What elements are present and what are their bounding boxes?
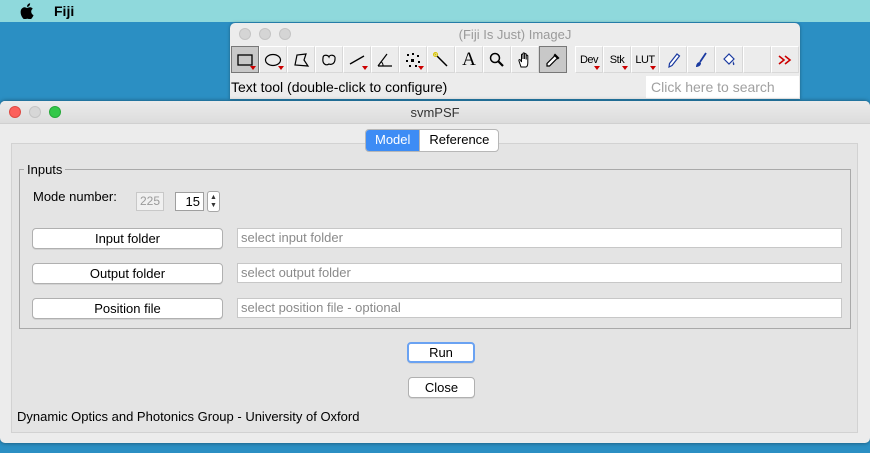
tool-polygon[interactable]: [287, 46, 315, 73]
bucket-icon: [723, 52, 735, 65]
input-folder-button[interactable]: Input folder: [32, 228, 223, 249]
apple-icon[interactable]: [20, 3, 34, 19]
imagej-toolbar-window: (Fiji Is Just) ImageJ A Dev Stk LUT Text…: [230, 23, 800, 99]
tool-brush[interactable]: [687, 46, 715, 73]
tool-more-tools[interactable]: [771, 46, 799, 73]
svmpsf-titlebar[interactable]: svmPSF: [0, 101, 870, 124]
stepper-up-icon[interactable]: ▲: [210, 194, 217, 202]
magnifier-icon: [489, 52, 504, 67]
position-file-button[interactable]: Position file: [32, 298, 223, 319]
imagej-window-title: (Fiji Is Just) ImageJ: [458, 27, 572, 42]
dev-label: Dev: [579, 53, 599, 66]
hand-icon: [518, 51, 529, 67]
stepper-down-icon[interactable]: ▼: [210, 202, 217, 210]
app-menu-fiji[interactable]: Fiji: [54, 3, 74, 19]
output-folder-button[interactable]: Output folder: [32, 263, 223, 284]
tool-dev-menu[interactable]: Dev: [575, 46, 603, 73]
tool-freehand[interactable]: [315, 46, 343, 73]
tool-wand[interactable]: [427, 46, 455, 73]
svmpsf-window-title: svmPSF: [410, 105, 460, 120]
tab-bar: Model Reference: [365, 129, 500, 152]
tool-oval[interactable]: [259, 46, 287, 73]
tool-flood-fill[interactable]: [715, 46, 743, 73]
mode-total-field: 225: [136, 192, 164, 211]
mode-number-stepper[interactable]: ▲ ▼: [207, 191, 220, 212]
tool-rectangle[interactable]: [231, 46, 259, 73]
imagej-search-input[interactable]: Click here to search: [646, 76, 799, 98]
footer-credit: Dynamic Optics and Photonics Group - Uni…: [17, 409, 360, 424]
tool-lut-menu[interactable]: LUT: [631, 46, 659, 73]
tool-color-picker[interactable]: [539, 46, 567, 73]
stk-label: Stk: [609, 53, 625, 66]
dropdown-indicator: [418, 66, 424, 70]
angle-icon: [377, 53, 392, 67]
position-file-field[interactable]: select position file - optional: [237, 298, 842, 318]
dropdown-indicator: [362, 66, 368, 70]
eyedropper-icon: [546, 53, 560, 67]
tool-point[interactable]: [399, 46, 427, 73]
inputs-group-title: Inputs: [24, 162, 66, 177]
freehand-icon: [322, 54, 336, 65]
tool-line[interactable]: [343, 46, 371, 73]
imagej-titlebar[interactable]: (Fiji Is Just) ImageJ: [230, 23, 800, 45]
output-folder-field[interactable]: select output folder: [237, 263, 842, 283]
magic-wand-icon: [433, 51, 448, 67]
polygon-icon: [294, 52, 310, 67]
input-folder-field[interactable]: select input folder: [237, 228, 842, 248]
lut-label: LUT: [635, 53, 655, 66]
tool-stk-menu[interactable]: Stk: [603, 46, 631, 73]
tool-text[interactable]: A: [455, 46, 483, 73]
text-tool-icon: A: [462, 48, 476, 70]
mode-number-input[interactable]: 15: [175, 192, 204, 211]
double-chevron-right-icon: [778, 54, 792, 65]
tab-reference[interactable]: Reference: [419, 130, 498, 151]
dropdown-indicator: [594, 66, 600, 70]
brush-icon: [696, 52, 707, 67]
dropdown-indicator: [650, 66, 656, 70]
tool-hand[interactable]: [511, 46, 539, 73]
imagej-status-text: Text tool (double-click to configure): [231, 79, 448, 95]
run-button[interactable]: Run: [407, 342, 475, 363]
tool-pencil[interactable]: [659, 46, 687, 73]
imagej-tool-strip: A Dev Stk LUT: [231, 46, 799, 74]
tool-separator: [567, 46, 575, 73]
pencil-icon: [668, 52, 681, 68]
dropdown-indicator: [250, 66, 256, 70]
dropdown-indicator: [622, 66, 628, 70]
tool-angle[interactable]: [371, 46, 399, 73]
close-button[interactable]: Close: [408, 377, 475, 398]
tool-zoom[interactable]: [483, 46, 511, 73]
mode-number-label: Mode number:: [33, 189, 117, 204]
svmpsf-window: svmPSF Model Reference Inputs Mode numbe…: [0, 101, 870, 443]
tool-empty-slot[interactable]: [743, 46, 771, 73]
tab-model[interactable]: Model: [366, 130, 420, 151]
menu-bar: Fiji: [0, 0, 870, 22]
dropdown-indicator: [278, 66, 284, 70]
